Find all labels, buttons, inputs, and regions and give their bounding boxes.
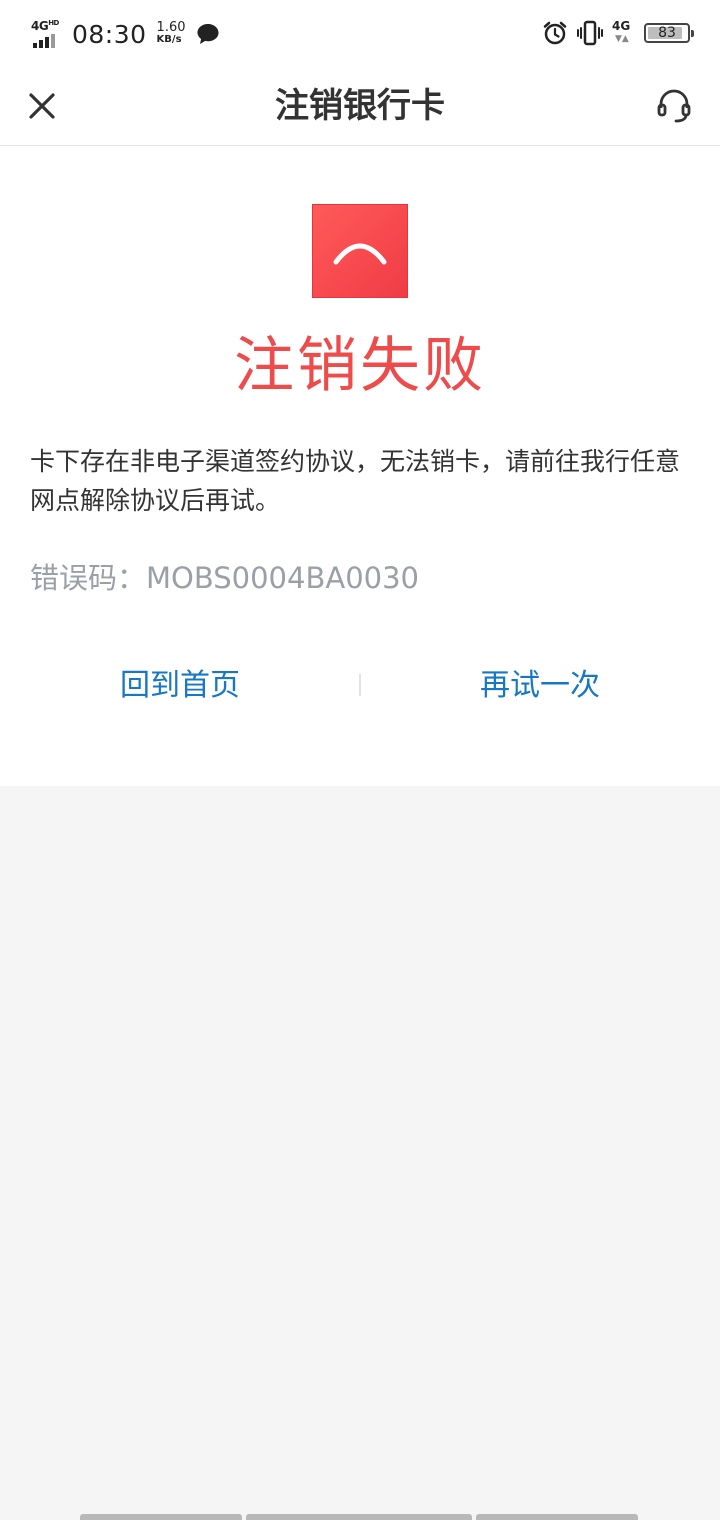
result-message: 卡下存在非电子渠道签约协议，无法销卡，请前往我行任意网点解除协议后再试。: [30, 447, 681, 515]
battery-icon: 83: [644, 23, 694, 43]
headset-icon: [657, 89, 691, 123]
vibrate-icon: [577, 20, 603, 46]
signal-icon: 4GHD: [30, 18, 68, 50]
error-code: 错误码：MOBS0004BA0030: [30, 558, 419, 598]
status-right: 4G ▼▲ 83: [542, 16, 694, 50]
speed-unit: KB/s: [156, 34, 182, 45]
message-bubble-icon: [197, 24, 218, 44]
sad-face-icon: [333, 243, 387, 265]
mobile-data-icon: 4G ▼▲: [612, 19, 631, 44]
action-row: 回到首页 再试一次: [0, 656, 720, 716]
battery-level: 83: [658, 25, 676, 41]
network-speed: 1.60 KB/s: [156, 20, 186, 46]
gesture-bar[interactable]: [80, 1514, 638, 1520]
back-home-button[interactable]: 回到首页: [30, 656, 330, 716]
result-title: 注销失败: [234, 331, 486, 401]
fail-status-icon: [312, 204, 408, 298]
customer-service-button[interactable]: [654, 86, 694, 126]
alarm-icon: [543, 21, 567, 45]
error-code-value: MOBS0004BA0030: [146, 561, 419, 595]
status-bar: 4GHD 08:30 1.60 KB/s 4G ▼▲ 83: [0, 0, 720, 66]
action-divider: [359, 674, 361, 696]
close-button[interactable]: [22, 86, 62, 126]
page-title: 注销银行卡: [275, 86, 445, 126]
mobile-data-type: 4G: [612, 19, 631, 33]
close-icon: [29, 93, 55, 119]
network-hd: HD: [48, 19, 59, 27]
retry-button[interactable]: 再试一次: [390, 656, 690, 716]
speed-value: 1.60: [156, 20, 186, 35]
status-left: 4GHD 08:30 1.60 KB/s: [30, 14, 220, 54]
network-type: 4G: [31, 19, 49, 33]
screen: 4GHD 08:30 1.60 KB/s 4G ▼▲ 83 注销银行卡 注销失败…: [0, 0, 720, 1520]
nav-bar: 注销银行卡: [0, 66, 720, 146]
error-code-label: 错误码：: [30, 561, 147, 595]
status-time: 08:30: [72, 19, 147, 49]
result-card: 注销失败 卡下存在非电子渠道签约协议，无法销卡，请前往我行任意网点解除协议后再试…: [0, 146, 720, 786]
